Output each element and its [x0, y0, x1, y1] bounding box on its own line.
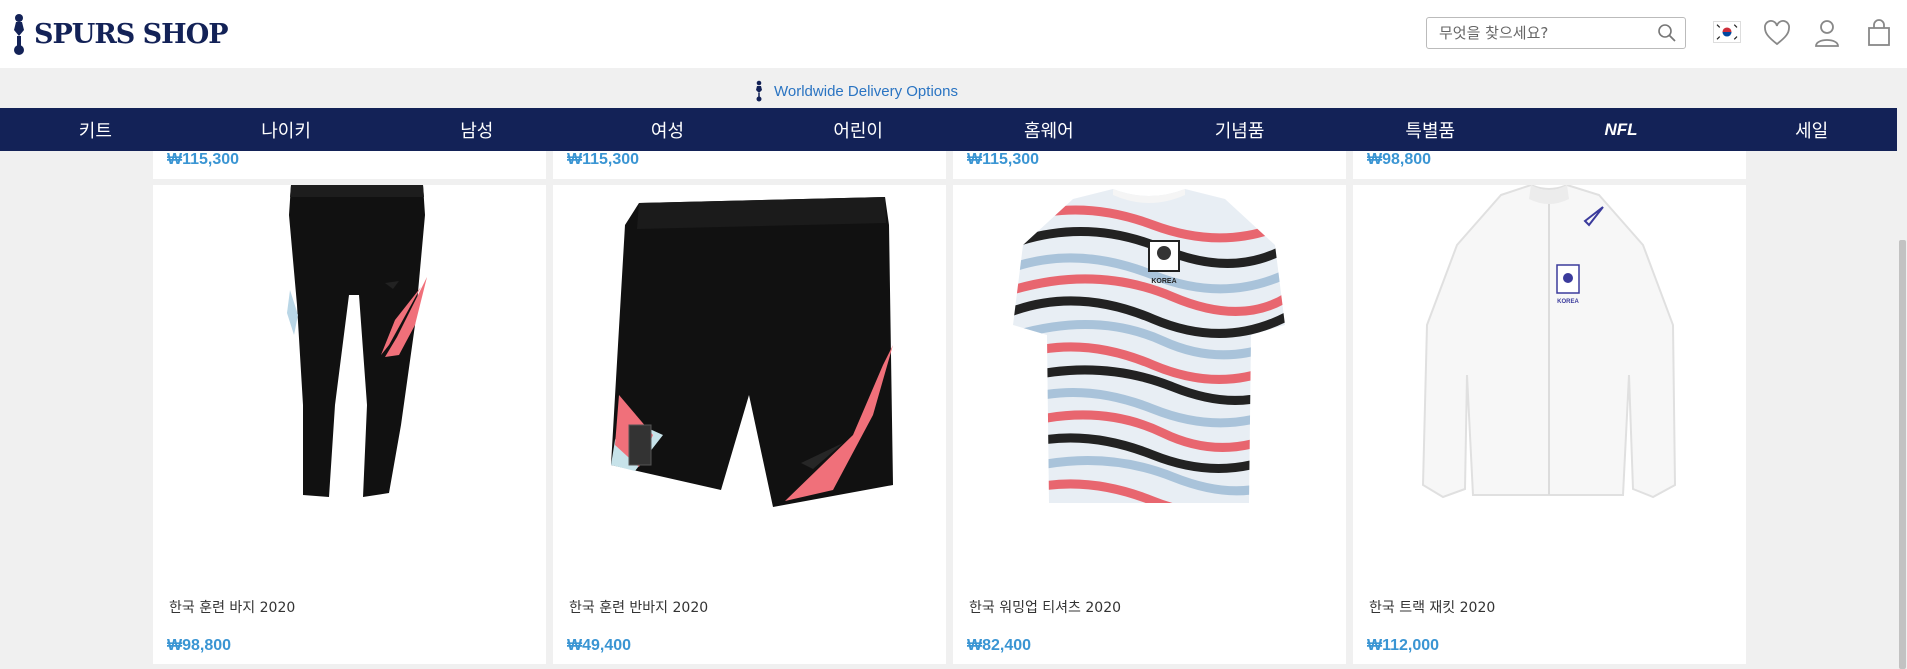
product-card[interactable]: KOREA 한국 트랙 재킷 2020 ₩112,000 [1353, 185, 1746, 664]
product-price: ₩115,300 [567, 151, 640, 168]
prev-product-card[interactable]: ₩115,300 [953, 151, 1346, 179]
nav-kit[interactable]: 키트 [0, 108, 191, 151]
cockerel-small-icon [756, 80, 762, 102]
korea-flag-icon[interactable] [1713, 21, 1741, 43]
product-card[interactable]: KOREA 한국 워밍업 티셔츠 2020 ₩82,400 [953, 185, 1346, 664]
spurs-logo[interactable]: SPURS SHOP [10, 12, 229, 56]
korea-badge-text: KOREA [1151, 278, 1176, 285]
product-price: ₩112,000 [1367, 637, 1440, 654]
brand-name: SPURS SHOP [34, 18, 229, 50]
wishlist-heart-icon[interactable] [1762, 18, 1792, 48]
korea-jacket-badge-text: KOREA [1557, 299, 1579, 305]
product-image-tshirt[interactable]: KOREA [953, 185, 1346, 585]
search-icon[interactable] [1657, 23, 1677, 43]
product-image-jacket[interactable]: KOREA [1353, 185, 1746, 585]
product-image-shorts[interactable] [553, 185, 946, 585]
prev-product-card[interactable]: ₩115,300 [553, 151, 946, 179]
nav-nike[interactable]: 나이키 [191, 108, 382, 151]
prev-product-card[interactable]: ₩115,300 [153, 151, 546, 179]
product-card[interactable]: 한국 훈련 바지 2020 ₩98,800 [153, 185, 546, 664]
product-card[interactable]: 한국 훈련 반바지 2020 ₩49,400 [553, 185, 946, 664]
nav-kids[interactable]: 어린이 [763, 108, 954, 151]
nav-women[interactable]: 여성 [572, 108, 763, 151]
prev-product-card[interactable]: ₩98,800 [1353, 151, 1746, 179]
product-name[interactable]: 한국 훈련 바지 2020 [169, 597, 295, 617]
site-header: SPURS SHOP [0, 0, 1907, 68]
product-image-pants[interactable] [153, 185, 546, 585]
cockerel-icon [14, 14, 24, 55]
nav-men[interactable]: 남성 [381, 108, 572, 151]
account-user-icon[interactable] [1812, 18, 1842, 48]
delivery-options-text: Worldwide Delivery Options [774, 82, 958, 100]
page-scrollbar-thumb[interactable] [1899, 240, 1906, 669]
delivery-link[interactable]: Worldwide Delivery Options [754, 80, 958, 102]
nav-specials[interactable]: 특별품 [1335, 108, 1526, 151]
nav-nfl[interactable]: NFL [1526, 108, 1717, 151]
search-box[interactable] [1426, 17, 1686, 49]
nav-homeware[interactable]: 홈웨어 [954, 108, 1145, 151]
product-price: ₩98,800 [1367, 151, 1432, 168]
product-price: ₩115,300 [967, 151, 1040, 168]
product-price: ₩49,400 [567, 637, 632, 654]
nav-souvenirs[interactable]: 기념품 [1144, 108, 1335, 151]
main-nav: 키트 나이키 남성 여성 어린이 홈웨어 기념품 특별품 NFL 세일 [0, 108, 1907, 151]
product-price: ₩115,300 [167, 151, 240, 168]
product-name[interactable]: 한국 훈련 반바지 2020 [569, 597, 708, 617]
product-name[interactable]: 한국 트랙 재킷 2020 [1369, 597, 1495, 617]
nav-sale[interactable]: 세일 [1716, 108, 1907, 151]
product-name[interactable]: 한국 워밍업 티셔츠 2020 [969, 597, 1121, 617]
product-price: ₩82,400 [967, 637, 1032, 654]
shopping-bag-icon[interactable] [1864, 18, 1894, 48]
product-price: ₩98,800 [167, 637, 232, 654]
search-input[interactable] [1427, 18, 1647, 48]
delivery-bar: Worldwide Delivery Options [0, 68, 1907, 108]
